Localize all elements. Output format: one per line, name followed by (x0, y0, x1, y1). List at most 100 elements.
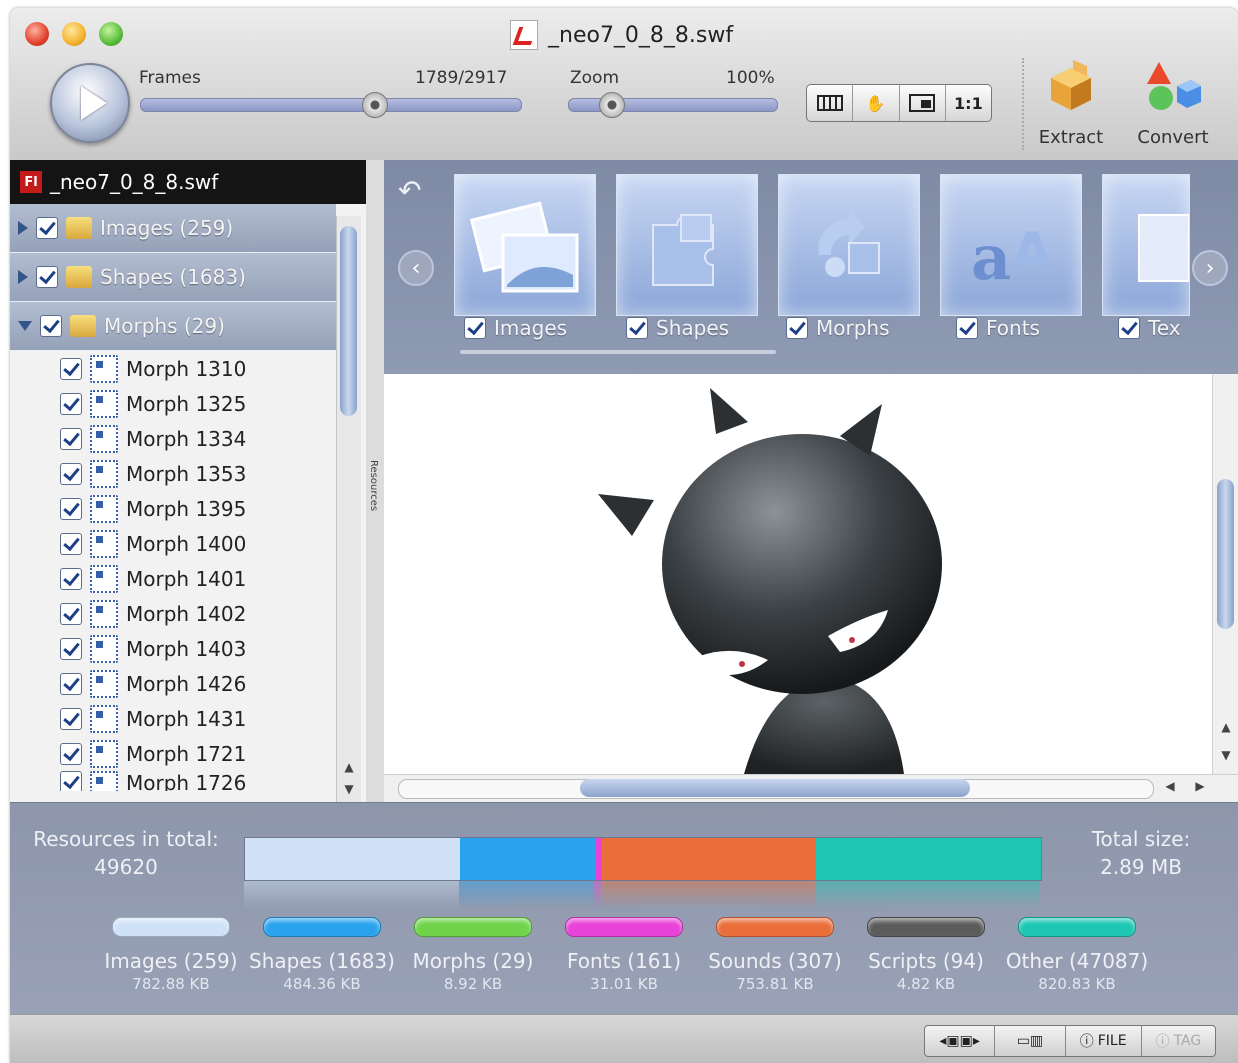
list-item[interactable]: Morph 1401 (10, 561, 340, 596)
category-checkbox[interactable] (36, 266, 58, 288)
strip-scroll-indicator[interactable] (460, 350, 776, 354)
panel-splitter[interactable]: Resources (366, 160, 385, 802)
item-checkbox[interactable] (60, 742, 82, 765)
legend-size: 8.92 KB (443, 975, 503, 993)
item-checkbox[interactable] (60, 462, 82, 485)
tile-morphs-label[interactable]: Morphs (786, 316, 890, 340)
file-info-button[interactable]: ⓘ FILE (1066, 1026, 1142, 1056)
scroll-down-arrow-icon[interactable]: ▼ (339, 782, 359, 800)
item-checkbox[interactable] (60, 707, 82, 730)
horizontal-scroll-thumb[interactable] (580, 779, 970, 797)
frames-slider[interactable] (140, 92, 522, 118)
list-item[interactable]: Morph 1721 (10, 736, 340, 771)
preview-canvas[interactable] (384, 374, 1212, 774)
strip-previous-button[interactable]: ‹ (398, 250, 434, 286)
convert-label: Convert (1137, 127, 1209, 148)
tile-images-label[interactable]: Images (464, 316, 567, 340)
scroll-up-arrow-icon[interactable]: ▲ (339, 760, 359, 778)
tree-scrollbar[interactable]: ▲ ▼ (336, 216, 361, 802)
tree-category-shapes[interactable]: Shapes (1683) (10, 253, 336, 302)
tree-category-images[interactable]: Images (259) (10, 204, 336, 253)
category-checkbox[interactable] (40, 315, 62, 337)
list-item[interactable]: Morph 1400 (10, 526, 340, 561)
convert-button[interactable]: Convert (1128, 56, 1218, 152)
distribution-segment (459, 838, 596, 880)
tag-info-button[interactable]: ⓘ TAG (1142, 1026, 1215, 1056)
list-item[interactable]: Morph 1402 (10, 596, 340, 631)
disclosure-triangle-icon[interactable] (18, 221, 28, 235)
preview-vertical-scrollbar-thumb[interactable] (1217, 479, 1234, 629)
extract-button[interactable]: Extract (1026, 56, 1116, 152)
scroll-up-arrow-icon[interactable]: ▲ (1216, 720, 1236, 738)
tile-checkbox[interactable] (786, 317, 808, 339)
item-checkbox[interactable] (60, 427, 82, 450)
item-checkbox[interactable] (60, 357, 82, 380)
tile-shapes-label[interactable]: Shapes (626, 316, 729, 340)
list-item[interactable]: Morph 1325 (10, 386, 340, 421)
item-checkbox[interactable] (60, 532, 82, 555)
preview-horizontal-scrollbar[interactable]: ◀ ▶ (384, 774, 1238, 803)
legend-item-fonts: Fonts (161) 31.01 KB (549, 917, 699, 993)
scroll-left-arrow-icon[interactable]: ◀ (1160, 779, 1180, 797)
tile-checkbox[interactable] (956, 317, 978, 339)
item-checkbox[interactable] (60, 497, 82, 520)
zoom-window-button[interactable] (99, 22, 123, 46)
tile-checkbox[interactable] (626, 317, 648, 339)
item-checkbox[interactable] (60, 637, 82, 660)
disclosure-triangle-icon[interactable] (18, 270, 28, 284)
legend-item-other: Other (47087) 820.83 KB (1002, 917, 1152, 993)
tile-fonts-label[interactable]: Fonts (956, 316, 1040, 340)
disclosure-triangle-open-icon[interactable] (18, 321, 32, 331)
category-checkbox[interactable] (36, 217, 58, 239)
swf-file-icon (510, 20, 538, 50)
shapes-folder-icon (66, 266, 92, 288)
tile-text-label[interactable]: Tex (1118, 316, 1188, 340)
item-checkbox[interactable] (60, 672, 82, 695)
list-item[interactable]: Morph 1353 (10, 456, 340, 491)
legend-item-images: Images (259) 782.88 KB (96, 917, 246, 993)
tile-images[interactable] (454, 174, 596, 316)
close-window-button[interactable] (25, 22, 49, 46)
tree-scrollbar-thumb[interactable] (340, 226, 357, 416)
legend-name: Shapes (1683) (249, 949, 395, 973)
tile-checkbox[interactable] (1118, 317, 1140, 339)
page-nav-button[interactable]: ◂▣▣▸ (925, 1026, 996, 1056)
actual-size-button[interactable]: 1:1 (946, 85, 991, 121)
tree-category-morphs[interactable]: Morphs (29) (10, 302, 336, 351)
list-item[interactable]: Morph 1431 (10, 701, 340, 736)
legend-name: Scripts (94) (868, 949, 984, 973)
play-button[interactable] (50, 63, 130, 143)
strip-view-button[interactable]: ▭▥ (995, 1026, 1066, 1056)
back-arrow-icon[interactable]: ↶ (398, 174, 421, 207)
list-item[interactable]: Morph 1726 (10, 771, 340, 791)
hand-tool-button[interactable]: ✋ (853, 85, 900, 121)
legend-name: Sounds (307) (708, 949, 842, 973)
scroll-right-arrow-icon[interactable]: ▶ (1190, 779, 1210, 797)
zoom-slider-knob[interactable] (598, 92, 625, 118)
list-item[interactable]: Morph 1310 (10, 351, 340, 386)
distribution-segment (601, 838, 817, 880)
tile-label: Morphs (816, 316, 890, 340)
total-size-value: 2.89 MB (1100, 855, 1182, 879)
tile-shapes[interactable] (616, 174, 758, 316)
tile-text[interactable] (1102, 174, 1190, 316)
list-item[interactable]: Morph 1395 (10, 491, 340, 526)
film-strip-view-button[interactable] (807, 85, 854, 121)
minimize-window-button[interactable] (62, 22, 86, 46)
tile-morphs[interactable] (778, 174, 920, 316)
tile-checkbox[interactable] (464, 317, 486, 339)
tile-fonts[interactable]: aA (940, 174, 1082, 316)
list-item[interactable]: Morph 1334 (10, 421, 340, 456)
item-checkbox[interactable] (60, 392, 82, 415)
item-checkbox[interactable] (60, 771, 82, 791)
fit-view-button[interactable] (900, 85, 946, 121)
scroll-down-arrow-icon[interactable]: ▼ (1216, 748, 1236, 766)
preview-vertical-scrollbar[interactable]: ▲ ▼ (1212, 374, 1238, 774)
frames-slider-knob[interactable] (361, 92, 388, 118)
item-checkbox[interactable] (60, 602, 82, 625)
item-checkbox[interactable] (60, 567, 82, 590)
list-item[interactable]: Morph 1426 (10, 666, 340, 701)
strip-next-button[interactable]: › (1192, 250, 1228, 286)
zoom-slider[interactable] (568, 92, 778, 118)
list-item[interactable]: Morph 1403 (10, 631, 340, 666)
